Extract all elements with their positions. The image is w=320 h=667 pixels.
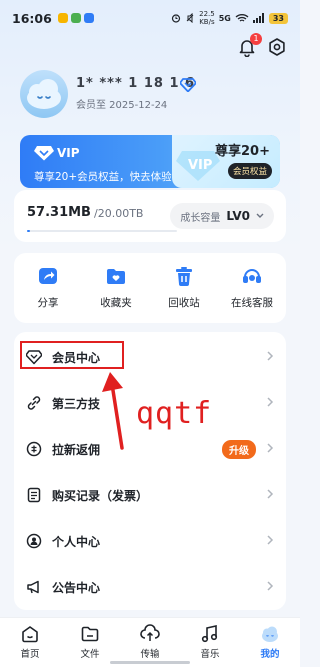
annotation-text: qqtf xyxy=(136,396,213,431)
growth-label: 成长容量 xyxy=(180,212,221,224)
status-app-icons xyxy=(57,13,94,23)
storage-progress-bar xyxy=(27,230,177,232)
chevron-right-icon xyxy=(267,581,274,591)
music-icon xyxy=(201,625,218,643)
status-bar: 16:06 22.5 KB/s 5G 33 xyxy=(0,0,300,36)
app-notification-icon xyxy=(57,13,68,23)
nav-transfer[interactable]: 传输 xyxy=(120,618,180,667)
chevron-right-icon xyxy=(267,443,274,453)
status-time: 16:06 xyxy=(12,10,52,26)
svg-text:VIP: VIP xyxy=(188,158,212,173)
receipt-icon xyxy=(27,487,41,503)
vip-diamond-icon xyxy=(34,146,54,161)
network-speed-unit: KB/s xyxy=(199,18,215,26)
growth-capacity-button[interactable]: 成长容量 LV0 xyxy=(170,203,274,229)
profile-icon xyxy=(262,626,278,642)
nav-profile[interactable]: 我的 xyxy=(240,618,300,667)
megaphone-icon xyxy=(27,580,39,594)
menu-item-announcements[interactable]: 公告中心 xyxy=(14,564,286,610)
avatar[interactable] xyxy=(20,70,68,118)
quick-action-support[interactable]: 在线客服 xyxy=(218,253,286,323)
vip-promo-tag: 会员权益 xyxy=(227,163,272,179)
vip-promo: VIP 尊享20+ 会员权益 xyxy=(172,135,280,188)
vip-logo-text: VIP xyxy=(57,146,80,160)
status-indicators: 22.5 KB/s 5G 33 xyxy=(171,10,288,26)
menu-list: 会员中心 第三方技 拉新返佣 升级 购买记录（发票） 个人中心 公告中心 xyxy=(14,332,286,610)
nav-label: 传输 xyxy=(140,649,160,660)
bottom-navigation: 首页 文件 传输 音乐 我的 xyxy=(0,617,300,667)
nav-files[interactable]: 文件 xyxy=(60,618,120,667)
quick-action-share[interactable]: 分享 xyxy=(14,253,82,323)
menu-item-purchase-records[interactable]: 购买记录（发票） xyxy=(14,472,286,518)
alarm-icon xyxy=(172,14,181,23)
vip-banner[interactable]: VIP 尊享20+会员权益，快去体验 › VIP 尊享20+ 会员权益 xyxy=(20,135,280,188)
chevron-right-icon xyxy=(267,535,274,545)
network-type: 5G xyxy=(218,13,231,23)
chevron-right-icon xyxy=(267,489,274,499)
nav-label: 音乐 xyxy=(200,649,220,660)
nav-label: 首页 xyxy=(20,649,40,660)
username: 1* *** 1 18 1 6 xyxy=(76,76,196,91)
quick-action-label: 回收站 xyxy=(168,297,200,309)
app-notification-icon xyxy=(83,13,94,23)
quick-action-favorites[interactable]: 收藏夹 xyxy=(82,253,150,323)
person-icon xyxy=(26,533,42,549)
coin-icon xyxy=(26,441,42,457)
transfer-icon xyxy=(140,624,160,641)
file-icon xyxy=(81,626,99,642)
cloud-avatar-icon xyxy=(27,79,61,109)
storage-used: 57.31MB xyxy=(27,205,91,220)
growth-level: LV0 xyxy=(226,209,250,223)
vip-subtitle: 尊享20+会员权益，快去体验 › xyxy=(34,171,180,183)
quick-action-label: 分享 xyxy=(37,297,59,309)
settings-icon[interactable] xyxy=(267,37,287,57)
nav-home[interactable]: 首页 xyxy=(0,618,60,667)
menu-item-label: 个人中心 xyxy=(52,534,101,549)
wifi-icon xyxy=(235,14,249,22)
menu-item-label: 第三方技 xyxy=(52,396,101,411)
menu-item-label: 购买记录（发票） xyxy=(52,488,149,503)
notification-badge: 1 xyxy=(250,33,262,45)
chevron-right-icon xyxy=(267,397,274,407)
quick-action-trash[interactable]: 回收站 xyxy=(150,253,218,323)
menu-item-referral[interactable]: 拉新返佣 升级 xyxy=(14,426,286,472)
chevron-down-icon xyxy=(256,213,264,218)
folder-heart-icon xyxy=(107,269,125,284)
upgrade-badge: 升级 xyxy=(222,440,256,459)
menu-item-label: 拉新返佣 xyxy=(52,442,101,457)
vip-logo: VIP xyxy=(34,145,80,161)
quick-action-label: 收藏夹 xyxy=(100,297,132,309)
app-notification-icon xyxy=(70,13,81,23)
link-icon xyxy=(27,396,41,410)
vip-promo-title: 尊享20+ xyxy=(215,144,270,159)
quick-action-label: 在线客服 xyxy=(231,297,273,309)
battery-level: 33 xyxy=(268,12,288,24)
storage-total: /20.00TB xyxy=(94,207,144,220)
nav-music[interactable]: 音乐 xyxy=(180,618,240,667)
annotation-highlight-box xyxy=(20,341,124,369)
menu-item-personal-center[interactable]: 个人中心 xyxy=(14,518,286,564)
mute-icon xyxy=(186,13,194,23)
quick-actions: 分享 收藏夹 回收站 在线客服 xyxy=(14,253,286,323)
member-expiry: 会员至 2025-12-24 xyxy=(76,100,168,111)
vip-diamond-icon xyxy=(180,78,196,92)
signal-icon xyxy=(252,13,264,23)
annotation-arrow xyxy=(102,372,124,450)
nav-label: 我的 xyxy=(260,649,280,660)
trash-icon xyxy=(176,267,192,286)
chevron-right-icon xyxy=(267,351,274,361)
home-indicator[interactable] xyxy=(110,661,190,664)
storage-progress-fill xyxy=(27,230,30,232)
headset-icon xyxy=(243,269,261,283)
network-speed-value: 22.5 xyxy=(199,10,215,18)
vip-3d-icon: VIP xyxy=(176,151,220,181)
share-icon xyxy=(39,268,57,284)
menu-item-label: 公告中心 xyxy=(52,580,101,595)
nav-label: 文件 xyxy=(80,649,100,660)
storage-card[interactable]: 57.31MB /20.00TB 成长容量 LV0 xyxy=(14,190,286,242)
network-speed: 22.5 KB/s xyxy=(199,10,215,26)
home-icon xyxy=(22,626,38,643)
